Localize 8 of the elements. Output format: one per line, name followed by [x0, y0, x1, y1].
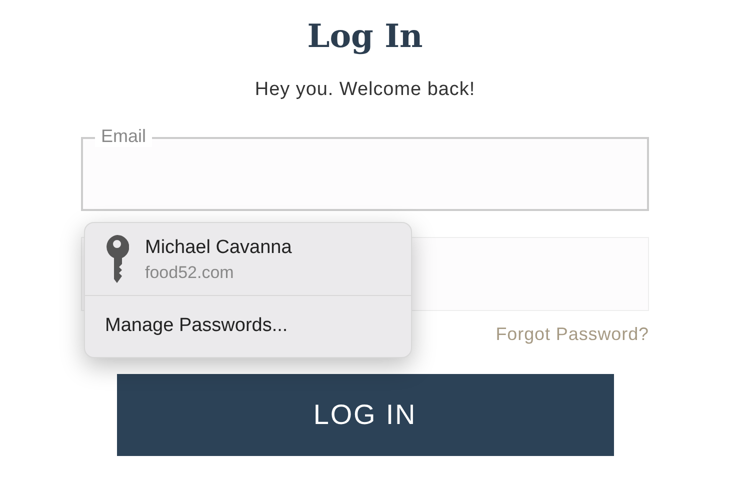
saved-account-item[interactable]: Michael Cavanna food52.com — [85, 223, 411, 296]
login-button[interactable]: LOG IN — [116, 374, 614, 456]
account-name: Michael Cavanna — [145, 236, 292, 260]
page-title: Log In — [307, 16, 423, 57]
account-site: food52.com — [145, 262, 235, 284]
welcome-text: Hey you. Welcome back! — [254, 78, 476, 102]
manage-passwords-item[interactable]: Manage Passwords... — [85, 296, 411, 356]
key-icon — [105, 235, 129, 285]
